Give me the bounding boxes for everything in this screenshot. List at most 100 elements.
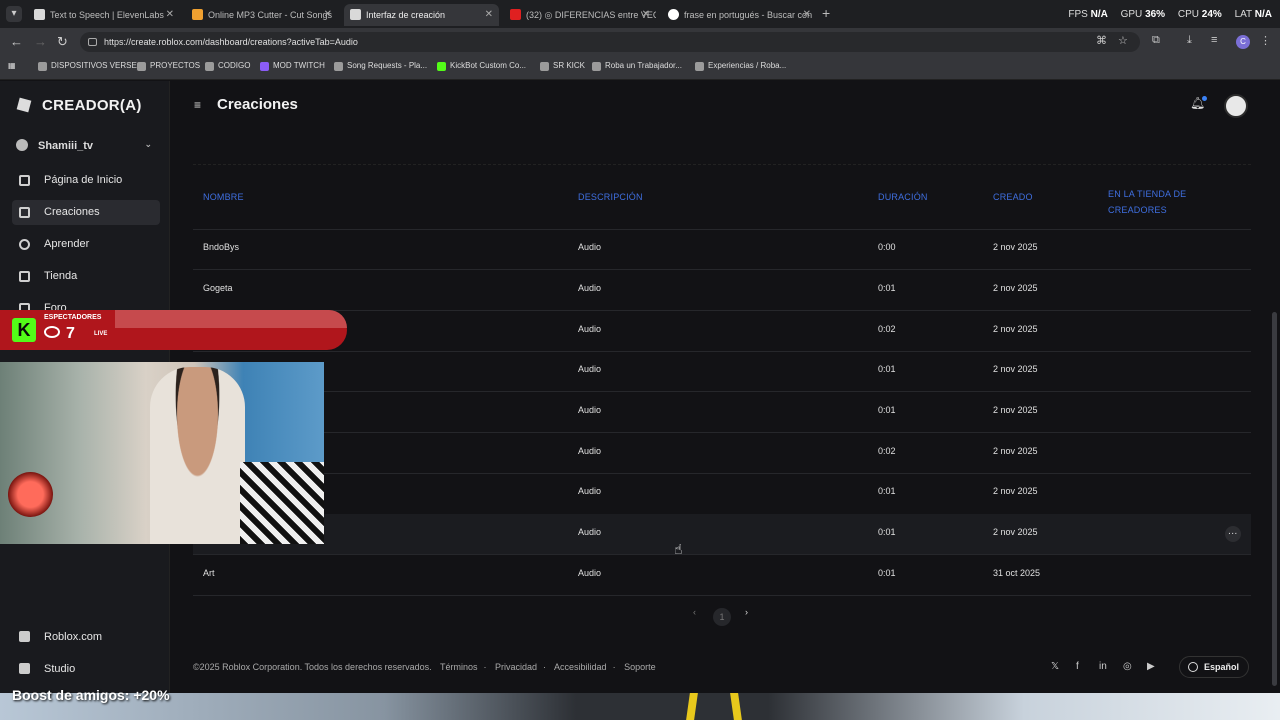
roblox-icon [592, 62, 601, 71]
kebab-menu-icon[interactable]: ⋮ [1260, 34, 1271, 47]
avatar[interactable] [1224, 94, 1248, 118]
studio-icon [19, 663, 30, 674]
lamp [8, 472, 53, 517]
youtube-icon [510, 9, 521, 20]
page-number[interactable]: 1 [713, 608, 731, 626]
table-row[interactable]: Audio 0:01 2 nov 2025 [193, 351, 1251, 391]
bookmark-item[interactable]: Roba un Trabajador... [592, 61, 682, 71]
linkedin-icon[interactable]: in [1099, 661, 1107, 672]
perf-overlay: FPS N/A GPU 36% CPU 24% LAT N/A [1068, 9, 1272, 20]
sidebar-item-studio[interactable]: Studio [12, 657, 160, 681]
divider [193, 164, 1251, 165]
column-header-creado[interactable]: CREADO [993, 192, 1033, 202]
webcam-overlay [0, 362, 324, 544]
table-row[interactable]: Audio 0:02 2 nov 2025 [193, 311, 1251, 351]
viewer-count: 7 [44, 325, 75, 343]
bookmark-item[interactable]: SR KICK [540, 61, 585, 71]
browser-tab-interfaz[interactable]: Interfaz de creación ✕ [344, 4, 499, 26]
browser-tab-bar: ▾ Text to Speech | ElevenLabs ✕ Online MP… [0, 0, 1280, 28]
roblox-icon [19, 631, 30, 642]
column-header-nombre[interactable]: NOMBRE [203, 192, 244, 202]
streamer [150, 367, 245, 544]
facebook-icon[interactable]: f [1076, 661, 1079, 672]
bookmarks-bar: ▦ DISPOSITIVOS VERSE PROYECTOS CODIGO MO… [0, 56, 1280, 80]
sidebar-item-tienda[interactable]: Tienda [12, 264, 160, 289]
sidebar-item-aprender[interactable]: Aprender [12, 232, 160, 257]
bookmark-item[interactable]: PROYECTOS [137, 61, 200, 71]
apps-grid-icon[interactable]: ▦ [8, 61, 16, 70]
hand-cursor-icon: ☝ [674, 541, 683, 557]
more-options-icon[interactable]: … [1225, 526, 1241, 542]
browser-tab-youtube[interactable]: (32) ◎ DIFERENCIAS entre VEC ✕ [504, 4, 656, 26]
site-info-icon[interactable] [88, 38, 97, 46]
boost-label: Boost de amigos: +20% [12, 687, 170, 703]
eye-icon [44, 326, 60, 338]
close-icon[interactable]: ✕ [642, 4, 650, 26]
chevron-down-icon: ⌄ [144, 139, 152, 149]
extensions-icon[interactable]: ⧉ [1152, 34, 1160, 47]
address-bar-row: ← → ↻ https://create.roblox.com/dashboar… [0, 28, 1280, 56]
new-tab-button[interactable]: + [822, 5, 830, 21]
live-label: LIVE [94, 331, 108, 337]
column-header-tienda: EN LA TIENDA DE CREADORES [1108, 189, 1187, 215]
divider [193, 595, 1251, 596]
close-icon[interactable]: ✕ [324, 4, 332, 26]
table-row[interactable]: Audio 0:02 2 nov 2025 [193, 433, 1251, 473]
media-icon[interactable]: ≡ [1211, 34, 1217, 46]
profile-avatar[interactable]: C [1236, 35, 1250, 49]
menu-icon[interactable]: ≡ [194, 98, 201, 112]
instagram-icon[interactable]: ◎ [1123, 661, 1132, 672]
tab-search-button[interactable]: ▾ [6, 6, 22, 22]
viewers-label: ESPECTADORES [44, 314, 102, 321]
bookmark-item[interactable]: KickBot Custom Co... [437, 61, 526, 71]
download-icon[interactable]: ⤓ [1187, 34, 1192, 47]
sidebar-item-creaciones[interactable]: Creaciones [12, 200, 160, 225]
bookmark-item[interactable]: MOD TWITCH [260, 61, 325, 71]
table-row[interactable]: BndoBys Audio 0:00 2 nov 2025 [193, 229, 1251, 269]
prev-page-button[interactable]: ‹ [693, 607, 696, 617]
footer-link-privacidad[interactable]: Privacidad [495, 662, 537, 672]
forward-arrow-icon[interactable]: → [34, 34, 47, 49]
bookmark-item[interactable]: DISPOSITIVOS VERSE [38, 61, 137, 71]
column-header-duracion: DURACIÓN [878, 192, 928, 202]
table-row[interactable]: Audio 0:01 2 nov 2025 [193, 473, 1251, 513]
sidebar-item-inicio[interactable]: Página de Inicio [12, 168, 160, 193]
kick-icon [540, 62, 549, 71]
roblox-icon [695, 62, 704, 71]
close-icon[interactable]: ✕ [166, 4, 174, 26]
sidebar-item-roblox-com[interactable]: Roblox.com [12, 625, 160, 649]
back-arrow-icon[interactable]: ← [10, 34, 23, 49]
bookmark-item[interactable]: Song Requests - Pla... [334, 61, 427, 71]
table-row[interactable]: Gogeta Audio 0:01 2 nov 2025 [193, 270, 1251, 310]
next-page-button[interactable]: › [745, 607, 748, 617]
browser-tab-elevenlabs[interactable]: Text to Speech | ElevenLabs ✕ [28, 4, 180, 26]
user-selector[interactable]: Shamiii_tv ⌄ [16, 139, 156, 152]
footer-link-soporte[interactable]: Soporte [624, 662, 656, 672]
x-icon[interactable]: 𝕏 [1051, 661, 1059, 672]
close-icon[interactable]: ✕ [803, 4, 811, 26]
footer-link-accesibilidad[interactable]: Accesibilidad [554, 662, 607, 672]
bookmark-star-icon[interactable]: ☆ [1118, 34, 1128, 47]
browser-tab-google[interactable]: frase en portugués - Buscar con ✕ [662, 4, 817, 26]
google-icon [668, 9, 679, 20]
table-row[interactable]: Audio 0:01 2 nov 2025 [193, 392, 1251, 432]
bookmark-item[interactable]: CODIGO [205, 61, 250, 71]
learn-icon [19, 239, 30, 250]
column-header-descripcion: DESCRIPCIÓN [578, 192, 643, 202]
translate-icon[interactable]: ⌘ [1096, 34, 1107, 47]
creator-logo[interactable]: CREADOR(A) [16, 97, 142, 114]
language-selector[interactable]: Español [1179, 656, 1249, 678]
close-icon[interactable]: ✕ [485, 4, 493, 26]
reload-icon[interactable]: ↻ [57, 34, 68, 50]
scrollbar[interactable] [1272, 312, 1277, 686]
url-field[interactable]: https://create.roblox.com/dashboard/crea… [80, 32, 1140, 52]
twitch-icon [260, 62, 269, 71]
bookmark-item[interactable]: Experiencias / Roba... [695, 61, 786, 71]
browser-tab-mp3-cutter[interactable]: Online MP3 Cutter - Cut Songs ✕ [186, 4, 338, 26]
table-row[interactable]: Audio 0:01 2 nov 2025… [193, 514, 1251, 554]
table-row[interactable]: Art Audio 0:01 31 oct 2025 [193, 555, 1251, 595]
footer-link-terminos[interactable]: Términos [440, 662, 478, 672]
elevenlabs-icon [34, 9, 45, 20]
youtube-icon[interactable]: ▶ [1147, 661, 1155, 672]
footer: ©2025 Roblox Corporation. Todos los dere… [193, 662, 656, 672]
